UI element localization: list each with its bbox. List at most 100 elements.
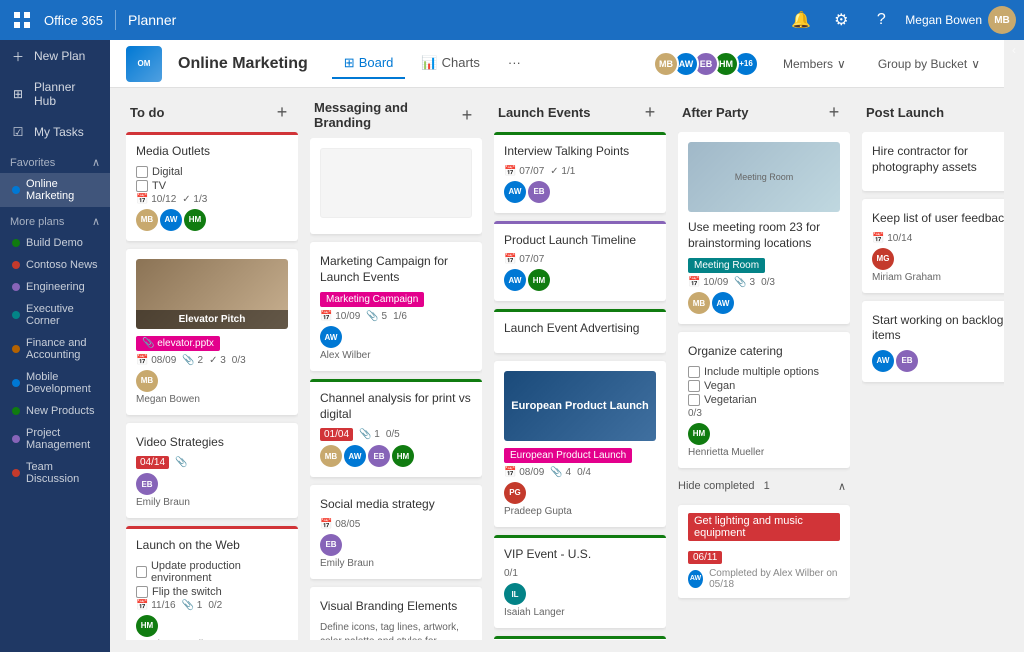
- card-label: 📎 elevator.pptx: [136, 336, 220, 351]
- card-backlog[interactable]: Start working on backlog items AW EB: [862, 301, 1004, 382]
- avatar-name: Megan Bowen: [136, 394, 288, 405]
- card-top-bar: [494, 309, 666, 312]
- card-product-launch[interactable]: Product Launch Timeline 📅 07/07 AW HM: [494, 221, 666, 302]
- plan-dot: [12, 435, 20, 443]
- sidebar-item-engineering[interactable]: Engineering: [0, 276, 110, 298]
- card-twitter[interactable]: Twitter Launch Feed 03/31 EB Emily Braun: [494, 636, 666, 640]
- settings-icon[interactable]: ⚙: [825, 4, 857, 36]
- bucket-add-todo[interactable]: +: [270, 100, 294, 124]
- avatar: AW: [712, 292, 734, 314]
- sidebar-collapse-btn[interactable]: ‹: [1004, 40, 1024, 70]
- card-meta: 📅 07/07: [504, 254, 656, 265]
- card-title: VIP Event - U.S.: [504, 545, 656, 563]
- card-video-strategies[interactable]: Video Strategies 04/14 📎 EB Emily Braun: [126, 423, 298, 519]
- sidebar-item-new-products[interactable]: New Products: [0, 400, 110, 422]
- avatar-name: Emily Braun: [136, 497, 288, 508]
- avatar: AW: [320, 326, 342, 348]
- favorites-toggle[interactable]: ∧: [92, 156, 100, 169]
- plan-dot: [12, 186, 20, 194]
- my-tasks-icon: ☑: [10, 124, 26, 140]
- card-avatars: MB AW: [688, 292, 840, 314]
- card-meta: 0/3: [688, 408, 840, 419]
- more-plans-section: More plans ∧: [0, 207, 110, 232]
- bucket-cards-todo: Media Outlets Digital TV 📅 10/12 ✓ 1/3 M…: [126, 132, 298, 640]
- app-title: Planner: [128, 12, 176, 28]
- sidebar-item-contoso-news[interactable]: Contoso News: [0, 254, 110, 276]
- sidebar-item-finance[interactable]: Finance and Accounting: [0, 332, 110, 366]
- nav-charts-btn[interactable]: 📊 Charts: [409, 49, 491, 79]
- card-interview[interactable]: Interview Talking Points 📅 07/07 ✓ 1/1 A…: [494, 132, 666, 213]
- card-marketing-campaign[interactable]: Marketing Campaign for Launch Events Mar…: [310, 242, 482, 371]
- bucket-cards-launch-events: Interview Talking Points 📅 07/07 ✓ 1/1 A…: [494, 132, 666, 640]
- sidebar-item-new-plan[interactable]: ＋ New Plan: [0, 40, 110, 72]
- plan-thumbnail: OM: [126, 46, 162, 82]
- card-lighting-music[interactable]: Get lighting and music equipment 06/11 A…: [678, 505, 850, 598]
- bucket-after-party: After Party + Meeting Room Use meeting r…: [678, 100, 850, 640]
- card-meeting-room[interactable]: Meeting Room Use meeting room 23 for bra…: [678, 132, 850, 324]
- app-grid-icon[interactable]: [8, 6, 36, 34]
- members-btn[interactable]: Members ∨: [775, 53, 854, 75]
- bucket-add-messaging[interactable]: +: [456, 103, 478, 127]
- card-top-bar: [310, 379, 482, 382]
- card-title: Media Outlets: [136, 142, 288, 160]
- sidebar-item-executive-corner[interactable]: Executive Corner: [0, 298, 110, 332]
- check-item: Flip the switch: [136, 586, 288, 598]
- sidebar-item-build-demo[interactable]: Build Demo: [0, 232, 110, 254]
- nav-board-btn[interactable]: ⊞ Board: [332, 49, 406, 79]
- card-image: [320, 148, 472, 218]
- card-avatars: MB AW EB HM: [320, 445, 472, 467]
- avatar-name: Pradeep Gupta: [504, 506, 656, 517]
- card-title: Channel analysis for print vs digital: [320, 389, 472, 422]
- bucket-add-launch-events[interactable]: +: [638, 100, 662, 124]
- board: To do + Media Outlets Digital TV 📅 10/12…: [110, 88, 1004, 652]
- sidebar-item-team-discussion[interactable]: Team Discussion: [0, 456, 110, 490]
- card-title: Launch on the Web: [136, 536, 288, 554]
- chevron-down-icon: ∨: [971, 57, 980, 71]
- card-launch-advertising[interactable]: Launch Event Advertising: [494, 309, 666, 353]
- member-avatar-1: MB: [653, 51, 679, 77]
- card-top-bar: [126, 526, 298, 529]
- card-top-bar: [494, 636, 666, 639]
- card-european-launch[interactable]: European Product Launch European Product…: [494, 361, 666, 527]
- more-plans-toggle[interactable]: ∧: [92, 215, 100, 228]
- check-item: Include multiple options: [688, 366, 840, 378]
- card-vip-event[interactable]: VIP Event - U.S. 0/1 IL Isaiah Langer: [494, 535, 666, 629]
- card-title: Video Strategies: [136, 433, 288, 451]
- card-doc-image[interactable]: [310, 138, 482, 234]
- avatar: AW: [160, 209, 182, 231]
- help-icon[interactable]: ?: [865, 4, 897, 36]
- card-elevator-pitch[interactable]: Elevator Pitch 📎 elevator.pptx 📅 08/09 📎…: [126, 249, 298, 415]
- card-visual-branding[interactable]: Visual Branding Elements Define icons, t…: [310, 587, 482, 640]
- card-social-media[interactable]: Social media strategy 📅 08/05 EB Emily B…: [310, 485, 482, 579]
- groupby-btn[interactable]: Group by Bucket ∨: [870, 53, 988, 75]
- sidebar-item-my-tasks[interactable]: ☑ My Tasks: [0, 116, 110, 148]
- sidebar-item-mobile-dev[interactable]: Mobile Development: [0, 366, 110, 400]
- card-hire-contractor[interactable]: Hire contractor for photography assets: [862, 132, 1004, 191]
- card-channel-analysis[interactable]: Channel analysis for print vs digital 01…: [310, 379, 482, 477]
- card-title: Visual Branding Elements: [320, 597, 472, 615]
- sidebar-item-planner-hub[interactable]: ⊞ Planner Hub: [0, 72, 110, 116]
- card-desc: Define icons, tag lines, artwork, color …: [320, 621, 472, 640]
- avatar: MG: [872, 248, 894, 270]
- avatar: AW: [344, 445, 366, 467]
- card-catering[interactable]: Organize catering Include multiple optio…: [678, 332, 850, 468]
- avatar: AW: [688, 570, 703, 588]
- card-meta: 📅 10/09 📎 3 0/3: [688, 277, 840, 288]
- notification-icon[interactable]: 🔔: [785, 4, 817, 36]
- card-media-outlets[interactable]: Media Outlets Digital TV 📅 10/12 ✓ 1/3 M…: [126, 132, 298, 241]
- bucket-add-after-party[interactable]: +: [822, 100, 846, 124]
- card-launch-web[interactable]: Launch on the Web Update production envi…: [126, 526, 298, 640]
- completed-divider-after-party[interactable]: Hide completed 1 ∧: [678, 476, 850, 497]
- card-keep-list[interactable]: Keep list of user feedback 📅 10/14 MG Mi…: [862, 199, 1004, 293]
- nav-more-btn[interactable]: ···: [496, 49, 533, 78]
- sidebar-item-online-marketing[interactable]: Online Marketing: [0, 173, 110, 207]
- card-avatars: MB: [136, 370, 288, 392]
- card-title: Product Launch Timeline: [504, 231, 656, 249]
- user-menu[interactable]: Megan Bowen MB: [905, 6, 1016, 34]
- check-item: Update production environment: [136, 560, 288, 584]
- avatar-name: Henrietta Mueller: [688, 447, 840, 458]
- content-area: OM Online Marketing ⊞ Board 📊 Charts ···…: [110, 40, 1004, 652]
- bucket-header-post-launch: Post Launch +: [862, 100, 1004, 132]
- card-meta: 📅 08/09 📎 2 ✓ 3 0/3: [136, 355, 288, 366]
- sidebar-item-project-mgmt[interactable]: Project Management: [0, 422, 110, 456]
